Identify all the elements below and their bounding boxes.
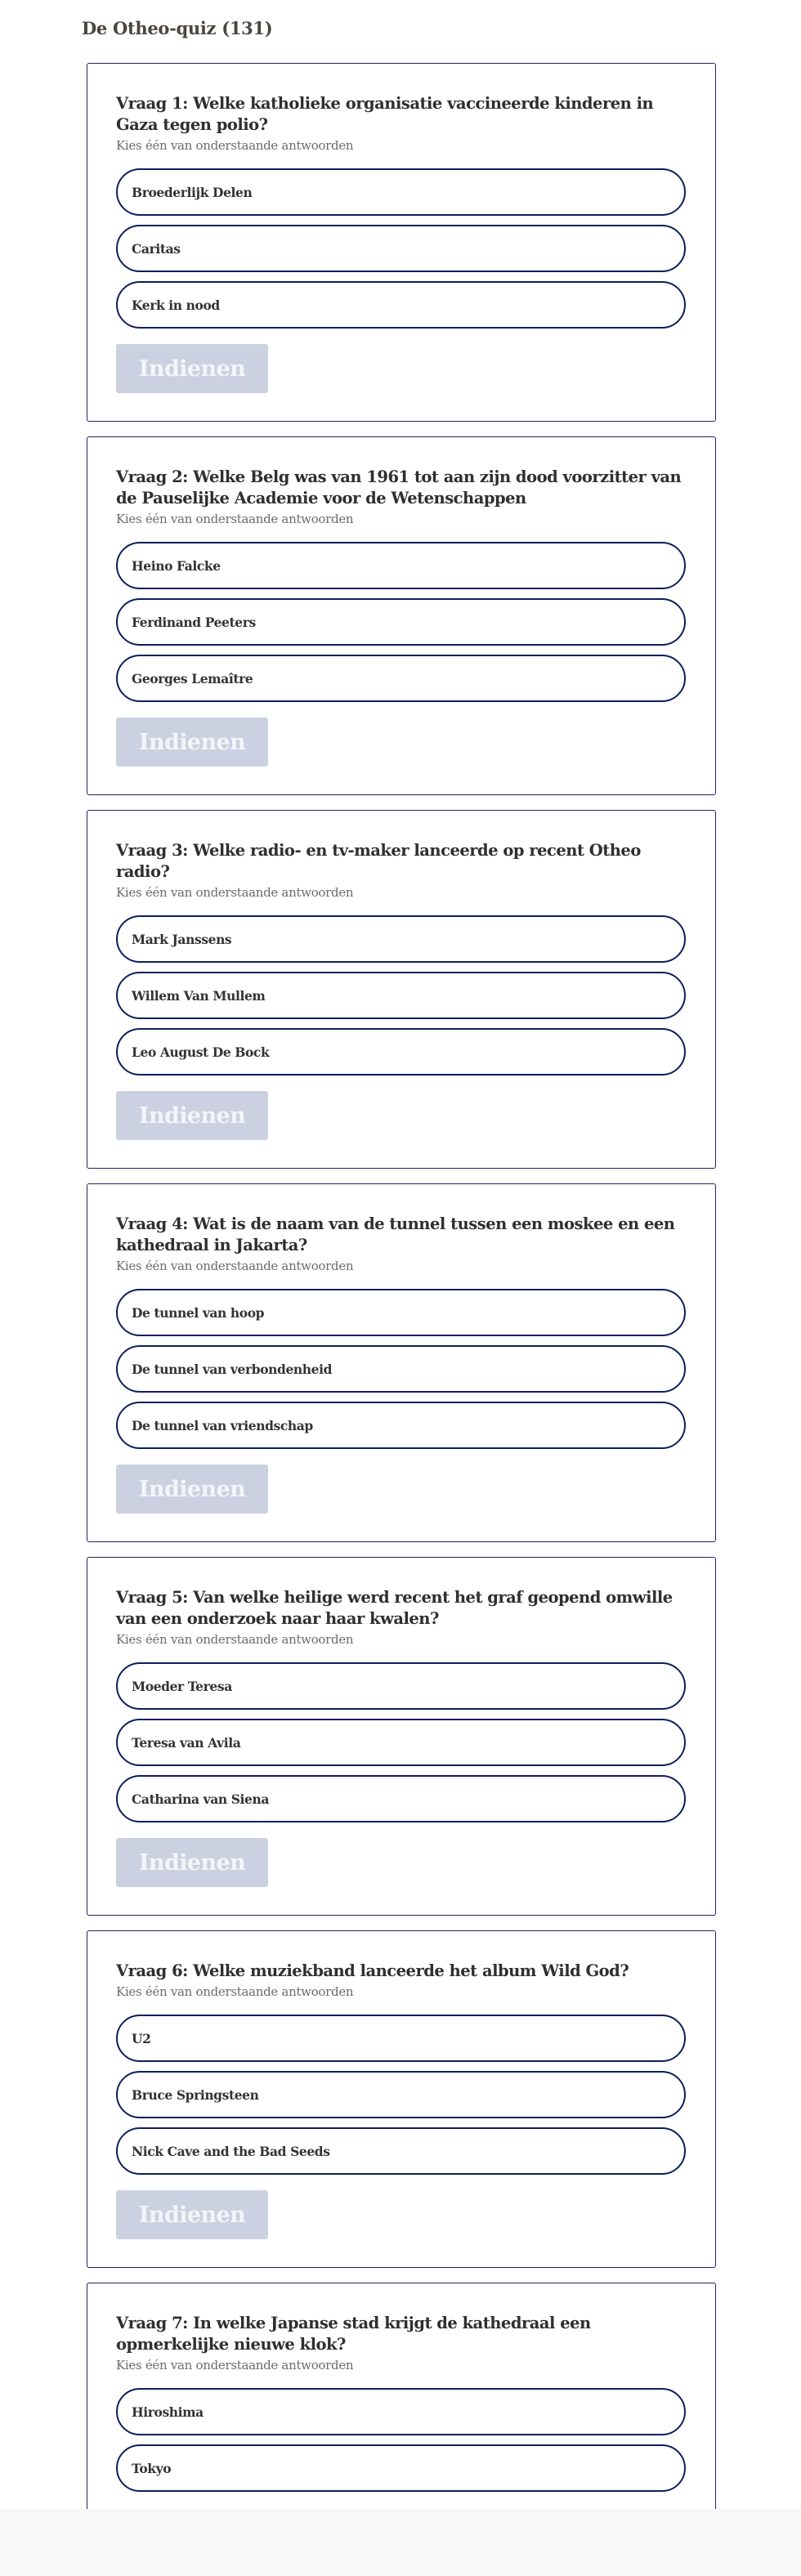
submit-button[interactable]: Indienen xyxy=(116,1091,268,1140)
answer-option[interactable]: Teresa van Avila xyxy=(116,1719,686,1766)
answer-option[interactable]: Ferdinand Peeters xyxy=(116,598,686,646)
answer-option[interactable]: Georges Lemaître xyxy=(116,655,686,702)
answer-option[interactable]: Kerk in nood xyxy=(116,281,686,329)
answer-options: Mark Janssens Willem Van Mullem Leo Augu… xyxy=(116,915,686,1076)
answer-option[interactable]: De tunnel van hoop xyxy=(116,1289,686,1336)
question-title: Vraag 5: Van welke heilige werd recent h… xyxy=(116,1588,673,1628)
question-title: Vraag 2: Welke Belg was van 1961 tot aan… xyxy=(116,467,682,508)
answer-options: Hiroshima Tokyo xyxy=(116,2388,686,2492)
answer-option[interactable]: Catharina van Siena xyxy=(116,1775,686,1822)
bottom-overlay xyxy=(0,2509,801,2576)
question-card-4: Vraag 4: Wat is de naam van de tunnel tu… xyxy=(87,1183,716,1542)
answer-options: Moeder Teresa Teresa van Avila Catharina… xyxy=(116,1662,686,1822)
submit-button[interactable]: Indienen xyxy=(116,2190,268,2239)
quiz-list: Vraag 1: Welke katholieke organisatie va… xyxy=(87,63,716,2535)
submit-button[interactable]: Indienen xyxy=(116,1465,268,1514)
answer-option[interactable]: De tunnel van verbondenheid xyxy=(116,1345,686,1393)
answer-option[interactable]: Nick Cave and the Bad Seeds xyxy=(116,2127,686,2175)
question-title: Vraag 3: Welke radio- en tv-maker lancee… xyxy=(116,841,641,881)
question-instruction: Kies één van onderstaande antwoorden xyxy=(116,1632,354,1647)
answer-option[interactable]: Bruce Springsteen xyxy=(116,2071,686,2118)
question-instruction: Kies één van onderstaande antwoorden xyxy=(116,512,354,526)
answer-option[interactable]: Moeder Teresa xyxy=(116,1662,686,1710)
question-instruction: Kies één van onderstaande antwoorden xyxy=(116,138,354,153)
answer-option[interactable]: Heino Falcke xyxy=(116,542,686,589)
submit-button[interactable]: Indienen xyxy=(116,344,268,393)
answer-options: Broederlijk Delen Caritas Kerk in nood xyxy=(116,168,686,329)
question-instruction: Kies één van onderstaande antwoorden xyxy=(116,1259,354,1273)
question-instruction: Kies één van onderstaande antwoorden xyxy=(116,885,354,900)
answer-options: De tunnel van hoop De tunnel van verbond… xyxy=(116,1289,686,1449)
answer-option[interactable]: Hiroshima xyxy=(116,2388,686,2435)
question-title: Vraag 4: Wat is de naam van de tunnel tu… xyxy=(116,1214,675,1254)
question-card-1: Vraag 1: Welke katholieke organisatie va… xyxy=(87,63,716,422)
answer-option[interactable]: Leo August De Bock xyxy=(116,1028,686,1076)
question-card-3: Vraag 3: Welke radio- en tv-maker lancee… xyxy=(87,810,716,1169)
answer-option[interactable]: De tunnel van vriendschap xyxy=(116,1402,686,1449)
question-card-7: Vraag 7: In welke Japanse stad krijgt de… xyxy=(87,2283,716,2520)
question-instruction: Kies één van onderstaande antwoorden xyxy=(116,2358,354,2373)
question-card-2: Vraag 2: Welke Belg was van 1961 tot aan… xyxy=(87,436,716,795)
answer-option[interactable]: Mark Janssens xyxy=(116,915,686,963)
answer-options: U2 Bruce Springsteen Nick Cave and the B… xyxy=(116,2015,686,2175)
question-title: Vraag 1: Welke katholieke organisatie va… xyxy=(116,94,654,134)
question-card-5: Vraag 5: Van welke heilige werd recent h… xyxy=(87,1557,716,1916)
answer-option[interactable]: Tokyo xyxy=(116,2444,686,2492)
answer-option[interactable]: Caritas xyxy=(116,225,686,272)
answer-option[interactable]: Willem Van Mullem xyxy=(116,972,686,1019)
submit-button[interactable]: Indienen xyxy=(116,1838,268,1887)
question-instruction: Kies één van onderstaande antwoorden xyxy=(116,1984,354,1999)
submit-button[interactable]: Indienen xyxy=(116,718,268,767)
page-title: De Otheo-quiz (131) xyxy=(82,18,273,38)
question-title: Vraag 7: In welke Japanse stad krijgt de… xyxy=(116,2314,591,2354)
answer-options: Heino Falcke Ferdinand Peeters Georges L… xyxy=(116,542,686,702)
question-title: Vraag 6: Welke muziekband lanceerde het … xyxy=(116,1961,629,1980)
question-card-6: Vraag 6: Welke muziekband lanceerde het … xyxy=(87,1930,716,2268)
answer-option[interactable]: Broederlijk Delen xyxy=(116,168,686,216)
answer-option[interactable]: U2 xyxy=(116,2015,686,2062)
